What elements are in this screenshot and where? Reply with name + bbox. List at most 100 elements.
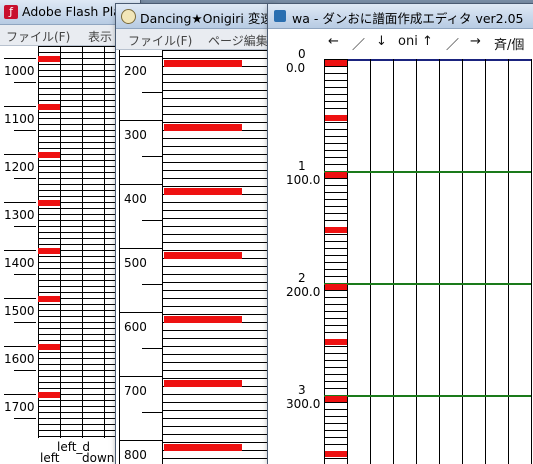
flash-window-title: Adobe Flash Pla (22, 4, 121, 19)
editor-lane-divider (393, 59, 394, 464)
onigiri-note-marker (164, 60, 242, 67)
onigiri-row-label: 500 (124, 256, 147, 270)
onigiri-row-line (162, 250, 276, 251)
onigiri-row-line (162, 458, 276, 459)
onigiri-note-marker (164, 380, 242, 387)
editor-row-line (324, 297, 347, 298)
flash-lane-divider (60, 46, 61, 438)
onigiri-row-line (162, 202, 276, 203)
onigiri-row-line (162, 74, 276, 75)
editor-row-line (324, 241, 347, 242)
onigiri-row-label: 200 (124, 64, 147, 78)
onigiri-row-line (162, 394, 276, 395)
editor-half-note-marker (325, 115, 347, 121)
editor-row-line (324, 290, 347, 291)
flash-row-label: 1100 (4, 112, 35, 126)
editor-measure-number: 0 (298, 47, 306, 61)
onigiri-titlebar[interactable]: Dancing★Onigiri 変速 (116, 4, 276, 29)
flash-menu-file[interactable]: ファイル(F) (6, 28, 70, 45)
onigiri-row-label: 600 (124, 320, 147, 334)
flash-note-marker (38, 56, 60, 62)
editor-row-line (324, 66, 347, 67)
flash-note-marker (38, 344, 60, 350)
flash-row-tick (4, 250, 36, 251)
onigiri-window: Dancing★Onigiri 変速 ファイル(F) ページ編集 200 300 4… (116, 4, 276, 464)
onigiri-note-marker (164, 252, 242, 259)
editor-row-line (324, 234, 347, 235)
editor-measure-number: 2 (298, 271, 306, 285)
onigiri-row-line (162, 226, 276, 227)
onigiri-row-line (162, 58, 276, 59)
onigiri-row-line (162, 290, 276, 291)
editor-lane-divider (370, 59, 371, 464)
onigiri-row-line (162, 426, 276, 427)
onigiri-row-line (162, 282, 276, 283)
onigiri-mid-tick (142, 220, 162, 221)
onigiri-row-line (162, 338, 276, 339)
editor-measure-value: 200.0 (286, 285, 321, 299)
footer-label-down: down (82, 451, 115, 464)
onigiri-note-marker (164, 188, 242, 195)
onigiri-menu-file[interactable]: ファイル(F) (128, 32, 192, 49)
editor-row-line (324, 458, 347, 459)
editor-row-line (324, 444, 347, 445)
flash-row-tick (4, 202, 36, 203)
flash-menu-view[interactable]: 表示 (88, 28, 112, 45)
onigiri-row-line (162, 354, 276, 355)
onigiri-row-line (162, 266, 276, 267)
flash-mid-tick (14, 178, 36, 179)
flash-note-marker (38, 152, 60, 158)
editor-row-line (324, 185, 347, 186)
editor-measure-line (324, 283, 531, 285)
onigiri-row-line (162, 362, 276, 363)
onigiri-row-label: 400 (124, 192, 147, 206)
editor-row-line (324, 150, 347, 151)
editor-row-line (324, 101, 347, 102)
flash-lane-divider (104, 46, 105, 438)
onigiri-section-tick (119, 440, 162, 441)
flash-mid-tick (14, 130, 36, 131)
editor-row-line (324, 360, 347, 361)
onigiri-menu-page-edit[interactable]: ページ編集 (208, 32, 268, 49)
editor-row-line (324, 192, 347, 193)
onigiri-row-line (162, 114, 276, 115)
editor-row-line (324, 437, 347, 438)
editor-half-note-marker (325, 227, 347, 233)
editor-row-line (324, 220, 347, 221)
editor-row-line (324, 80, 347, 81)
onigiri-menubar: ファイル(F) ページ編集 (116, 29, 276, 50)
editor-note-marker (325, 396, 347, 402)
onigiri-row-line (162, 154, 276, 155)
editor-measure-number: 3 (298, 383, 306, 397)
editor-row-line (324, 213, 347, 214)
onigiri-row-line (162, 146, 276, 147)
onigiri-row-line (162, 50, 276, 51)
editor-row-line (324, 409, 347, 410)
editor-note-marker (325, 284, 347, 290)
editor-lane-divider (531, 59, 532, 464)
editor-measure-number: 1 (298, 159, 306, 173)
flash-row-tick (4, 298, 36, 299)
onigiri-row-line (162, 434, 276, 435)
flash-row-label: 1400 (4, 256, 35, 270)
editor-row-line (324, 367, 347, 368)
editor-row-line (324, 318, 347, 319)
editor-row-line (324, 388, 347, 389)
editor-row-line (324, 143, 347, 144)
flash-row-tick (4, 394, 36, 395)
onigiri-section-tick (119, 376, 162, 377)
editor-half-note-marker (325, 339, 347, 345)
onigiri-note-marker (164, 444, 242, 451)
editor-lane-divider (508, 59, 509, 464)
editor-app-icon (274, 10, 286, 22)
onigiri-row-line (162, 90, 276, 91)
onigiri-row-line (162, 210, 276, 211)
editor-titlebar[interactable]: wa - ダンおに譜面作成エディタ ver2.05 (268, 4, 533, 29)
editor-row-line (324, 276, 347, 277)
editor-lane-divider (347, 59, 348, 464)
editor-row-line (324, 136, 347, 137)
editor-measure-value: 100.0 (286, 173, 321, 187)
flash-row-tick (4, 346, 36, 347)
editor-window-title: wa - ダンおに譜面作成エディタ ver2.05 (292, 11, 524, 26)
onigiri-row-line (162, 98, 276, 99)
